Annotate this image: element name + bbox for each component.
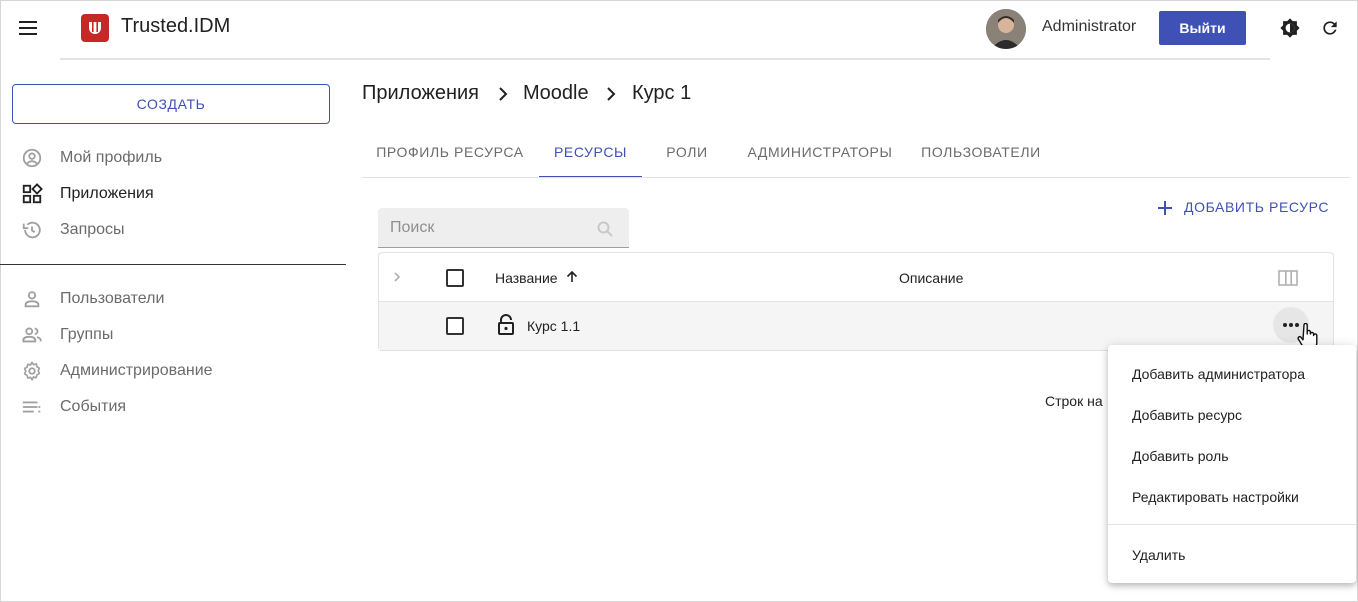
menu-icon[interactable] xyxy=(18,18,38,38)
column-header-name[interactable]: Название xyxy=(495,270,558,286)
menu-item-add-administrator[interactable]: Добавить администратора xyxy=(1108,354,1356,395)
sidebar-item-label: Администрирование xyxy=(60,362,213,379)
gear-icon xyxy=(23,361,41,381)
sidebar-item-label: Пользователи xyxy=(60,290,165,307)
history-icon xyxy=(22,221,41,239)
group-icon xyxy=(22,327,42,343)
sidebar-item-label: Запросы xyxy=(60,221,125,238)
menu-item-label: Удалить xyxy=(1132,547,1186,563)
tab-administrators[interactable]: АДМИНИСТРАТОРЫ xyxy=(735,128,905,178)
resources-table: Название Описание Курс 1.1 xyxy=(378,252,1334,351)
row-name: Курс 1.1 xyxy=(527,318,581,334)
sidebar-item-label: Мой профиль xyxy=(60,149,163,166)
sidebar-item-requests[interactable]: Запросы xyxy=(0,212,340,248)
tab-users[interactable]: ПОЛЬЗОВАТЕЛИ xyxy=(912,128,1050,178)
table-header: Название Описание xyxy=(379,253,1333,302)
add-resource-label: ДОБАВИТЬ РЕСУРС xyxy=(1184,199,1330,215)
menu-item-label: Добавить администратора xyxy=(1132,366,1306,382)
select-all-checkbox[interactable] xyxy=(446,269,464,287)
sidebar-item-events[interactable]: События xyxy=(0,389,340,425)
breadcrumb-item-moodle[interactable]: Moodle xyxy=(523,82,589,105)
create-button[interactable]: СОЗДАТЬ xyxy=(12,84,330,124)
sidebar-item-label: Группы xyxy=(60,326,114,343)
breadcrumb-item-applications[interactable]: Приложения xyxy=(362,82,479,105)
plus-icon xyxy=(1158,201,1172,215)
column-header-description[interactable]: Описание xyxy=(899,270,963,286)
chevron-right-icon[interactable] xyxy=(390,270,404,284)
breadcrumb-item-current: Курс 1 xyxy=(632,82,692,104)
refresh-icon[interactable] xyxy=(1320,18,1340,38)
view-column-icon[interactable] xyxy=(1278,270,1298,286)
person-icon xyxy=(24,291,40,308)
menu-item-delete[interactable]: Удалить xyxy=(1108,535,1356,576)
menu-item-label: Редактировать настройки xyxy=(1132,489,1299,505)
table-row[interactable]: Курс 1.1 xyxy=(379,302,1333,350)
arrow-up-icon[interactable] xyxy=(565,270,579,284)
tab-roles[interactable]: РОЛИ xyxy=(652,128,722,178)
sidebar-item-label: Приложения xyxy=(60,185,154,202)
brand-name: Trusted.IDM xyxy=(121,15,231,37)
theme-toggle-icon[interactable] xyxy=(1279,17,1301,39)
sidebar-item-groups[interactable]: Группы xyxy=(0,317,340,353)
row-context-menu: Добавить администратора Добавить ресурс … xyxy=(1108,345,1356,583)
apps-icon xyxy=(22,183,43,204)
avatar[interactable] xyxy=(986,9,1026,49)
rows-per-page-label: Строк на xyxy=(1045,393,1103,409)
sidebar-item-users[interactable]: Пользователи xyxy=(0,281,340,317)
tab-resources[interactable]: РЕСУРСЫ xyxy=(539,128,642,178)
lock-open-icon xyxy=(498,314,514,335)
sidebar-item-applications[interactable]: Приложения xyxy=(0,176,340,212)
search-input[interactable] xyxy=(378,208,629,248)
menu-item-label: Добавить ресурс xyxy=(1132,407,1242,423)
app-header: Trusted.IDM Administrator Выйти xyxy=(0,0,1358,58)
sidebar-divider xyxy=(0,264,346,265)
account-circle-icon xyxy=(22,148,42,168)
sidebar-item-profile[interactable]: Мой профиль xyxy=(0,140,340,176)
sidebar-item-label: События xyxy=(60,398,127,415)
tabs-divider xyxy=(362,177,1350,178)
logout-button[interactable]: Выйти xyxy=(1159,11,1246,45)
chevron-right-icon xyxy=(499,87,508,101)
tab-resource-profile[interactable]: ПРОФИЛЬ РЕСУРСА xyxy=(362,128,538,178)
menu-item-add-role[interactable]: Добавить роль xyxy=(1108,436,1356,477)
header-divider xyxy=(60,58,1270,60)
menu-item-label: Добавить роль xyxy=(1132,448,1229,464)
menu-divider xyxy=(1108,524,1356,525)
brand-logo xyxy=(81,14,109,42)
menu-item-edit-settings[interactable]: Редактировать настройки xyxy=(1108,477,1356,518)
user-name: Administrator xyxy=(1042,18,1137,35)
sidebar-item-administration[interactable]: Администрирование xyxy=(0,353,340,389)
list-icon xyxy=(22,401,41,413)
chevron-right-icon xyxy=(607,87,616,101)
search-icon xyxy=(597,221,613,237)
menu-item-add-resource[interactable]: Добавить ресурс xyxy=(1108,395,1356,436)
row-checkbox[interactable] xyxy=(446,317,464,335)
